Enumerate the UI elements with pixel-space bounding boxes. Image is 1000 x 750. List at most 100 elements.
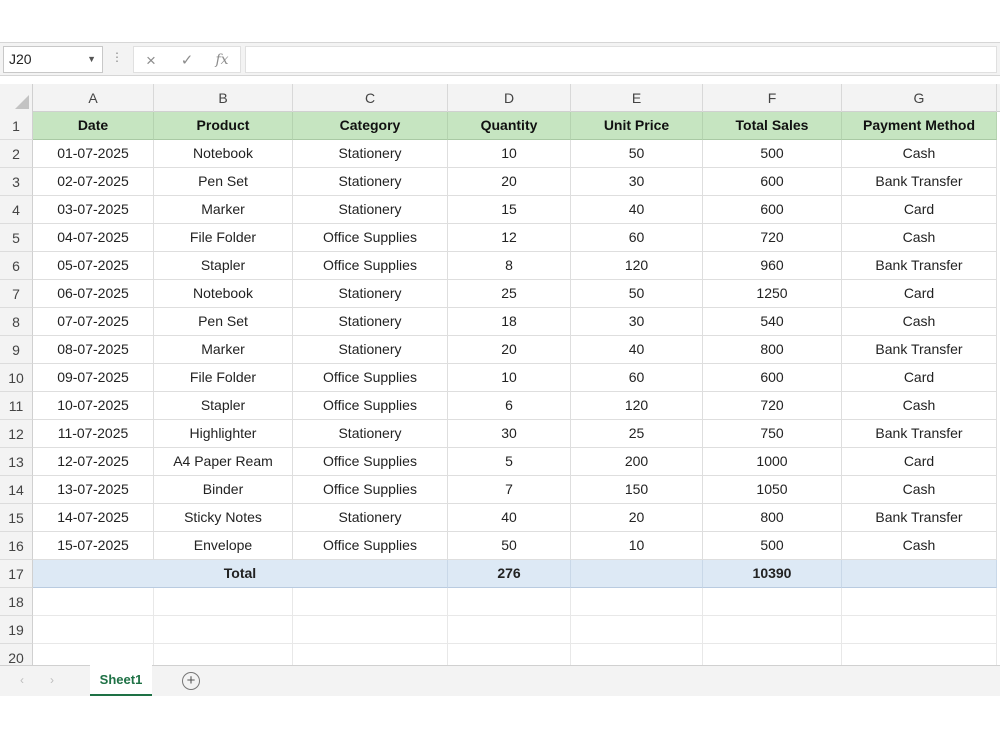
- cell[interactable]: 50: [448, 532, 571, 560]
- cell[interactable]: Cash: [842, 140, 997, 168]
- cell[interactable]: [571, 588, 703, 616]
- column-header-c[interactable]: C: [293, 84, 448, 112]
- cell[interactable]: 10: [448, 364, 571, 392]
- cell[interactable]: 800: [703, 504, 842, 532]
- cell[interactable]: 05-07-2025: [33, 252, 154, 280]
- cell[interactable]: 40: [571, 336, 703, 364]
- row-header[interactable]: 4: [0, 196, 33, 224]
- total-label-cell[interactable]: Total: [33, 560, 448, 588]
- column-header-d[interactable]: D: [448, 84, 571, 112]
- add-sheet-icon[interactable]: +: [182, 672, 200, 690]
- cell[interactable]: 600: [703, 196, 842, 224]
- cell[interactable]: 5: [448, 448, 571, 476]
- row-header[interactable]: 5: [0, 224, 33, 252]
- cell[interactable]: Card: [842, 196, 997, 224]
- column-header-e[interactable]: E: [571, 84, 703, 112]
- cell[interactable]: 50: [571, 280, 703, 308]
- column-title-cell[interactable]: Date: [33, 112, 154, 140]
- cell[interactable]: 12: [448, 224, 571, 252]
- cell[interactable]: 960: [703, 252, 842, 280]
- cell[interactable]: Sticky Notes: [154, 504, 293, 532]
- cell[interactable]: Stationery: [293, 420, 448, 448]
- column-header-b[interactable]: B: [154, 84, 293, 112]
- select-all-corner[interactable]: [0, 84, 33, 112]
- cell[interactable]: 720: [703, 392, 842, 420]
- cell[interactable]: Card: [842, 364, 997, 392]
- cell[interactable]: Cash: [842, 476, 997, 504]
- cell[interactable]: [154, 588, 293, 616]
- cell[interactable]: 10-07-2025: [33, 392, 154, 420]
- cell[interactable]: Card: [842, 448, 997, 476]
- cell[interactable]: 25: [448, 280, 571, 308]
- total-quantity-cell[interactable]: 276: [448, 560, 571, 588]
- prev-sheet-icon[interactable]: ‹: [20, 673, 24, 687]
- column-title-cell[interactable]: Product: [154, 112, 293, 140]
- cell[interactable]: 8: [448, 252, 571, 280]
- row-header[interactable]: 17: [0, 560, 33, 588]
- cell[interactable]: [448, 616, 571, 644]
- more-options-icon[interactable]: ⋮: [111, 50, 123, 64]
- cell[interactable]: 1000: [703, 448, 842, 476]
- cell[interactable]: 13-07-2025: [33, 476, 154, 504]
- cell[interactable]: Bank Transfer: [842, 336, 997, 364]
- cell[interactable]: 500: [703, 532, 842, 560]
- row-header[interactable]: 12: [0, 420, 33, 448]
- cell[interactable]: Bank Transfer: [842, 504, 997, 532]
- cell[interactable]: 750: [703, 420, 842, 448]
- row-header[interactable]: 7: [0, 280, 33, 308]
- cell[interactable]: Stationery: [293, 140, 448, 168]
- chevron-down-icon[interactable]: ▼: [87, 47, 96, 72]
- column-header-a[interactable]: A: [33, 84, 154, 112]
- cell[interactable]: 150: [571, 476, 703, 504]
- cell[interactable]: 7: [448, 476, 571, 504]
- cell[interactable]: Bank Transfer: [842, 168, 997, 196]
- cell[interactable]: Cash: [842, 308, 997, 336]
- cell[interactable]: 11-07-2025: [33, 420, 154, 448]
- cell[interactable]: File Folder: [154, 224, 293, 252]
- cell[interactable]: 01-07-2025: [33, 140, 154, 168]
- cell[interactable]: 07-07-2025: [33, 308, 154, 336]
- cell[interactable]: Stapler: [154, 392, 293, 420]
- name-box[interactable]: J20 ▼: [3, 46, 103, 73]
- row-header[interactable]: 11: [0, 392, 33, 420]
- cell[interactable]: [293, 616, 448, 644]
- row-header[interactable]: 15: [0, 504, 33, 532]
- cell[interactable]: [571, 560, 703, 588]
- cell[interactable]: Stationery: [293, 196, 448, 224]
- cell[interactable]: 03-07-2025: [33, 196, 154, 224]
- row-header[interactable]: 3: [0, 168, 33, 196]
- row-header[interactable]: 14: [0, 476, 33, 504]
- cell[interactable]: Office Supplies: [293, 476, 448, 504]
- cell[interactable]: Bank Transfer: [842, 252, 997, 280]
- tab-sheet1[interactable]: Sheet1: [90, 665, 152, 696]
- cell[interactable]: 14-07-2025: [33, 504, 154, 532]
- cell[interactable]: Marker: [154, 336, 293, 364]
- cell[interactable]: [703, 588, 842, 616]
- cell[interactable]: Pen Set: [154, 168, 293, 196]
- cell[interactable]: Cash: [842, 224, 997, 252]
- cell[interactable]: 06-07-2025: [33, 280, 154, 308]
- cell[interactable]: Pen Set: [154, 308, 293, 336]
- cell[interactable]: 500: [703, 140, 842, 168]
- cell[interactable]: 18: [448, 308, 571, 336]
- cell[interactable]: 10: [571, 532, 703, 560]
- column-title-cell[interactable]: Unit Price: [571, 112, 703, 140]
- column-header-g[interactable]: G: [842, 84, 997, 112]
- row-header[interactable]: 9: [0, 336, 33, 364]
- cell[interactable]: 15: [448, 196, 571, 224]
- column-title-cell[interactable]: Quantity: [448, 112, 571, 140]
- cell[interactable]: Office Supplies: [293, 392, 448, 420]
- cell[interactable]: Cash: [842, 532, 997, 560]
- cell[interactable]: 30: [448, 420, 571, 448]
- cell[interactable]: Stationery: [293, 308, 448, 336]
- cell[interactable]: [154, 616, 293, 644]
- row-header[interactable]: 19: [0, 616, 33, 644]
- cell[interactable]: 600: [703, 364, 842, 392]
- cell[interactable]: Marker: [154, 196, 293, 224]
- insert-function-icon[interactable]: fx: [209, 47, 235, 74]
- cell[interactable]: Stationery: [293, 168, 448, 196]
- cell[interactable]: 200: [571, 448, 703, 476]
- cell[interactable]: Card: [842, 280, 997, 308]
- cell[interactable]: [842, 616, 997, 644]
- cell[interactable]: Office Supplies: [293, 364, 448, 392]
